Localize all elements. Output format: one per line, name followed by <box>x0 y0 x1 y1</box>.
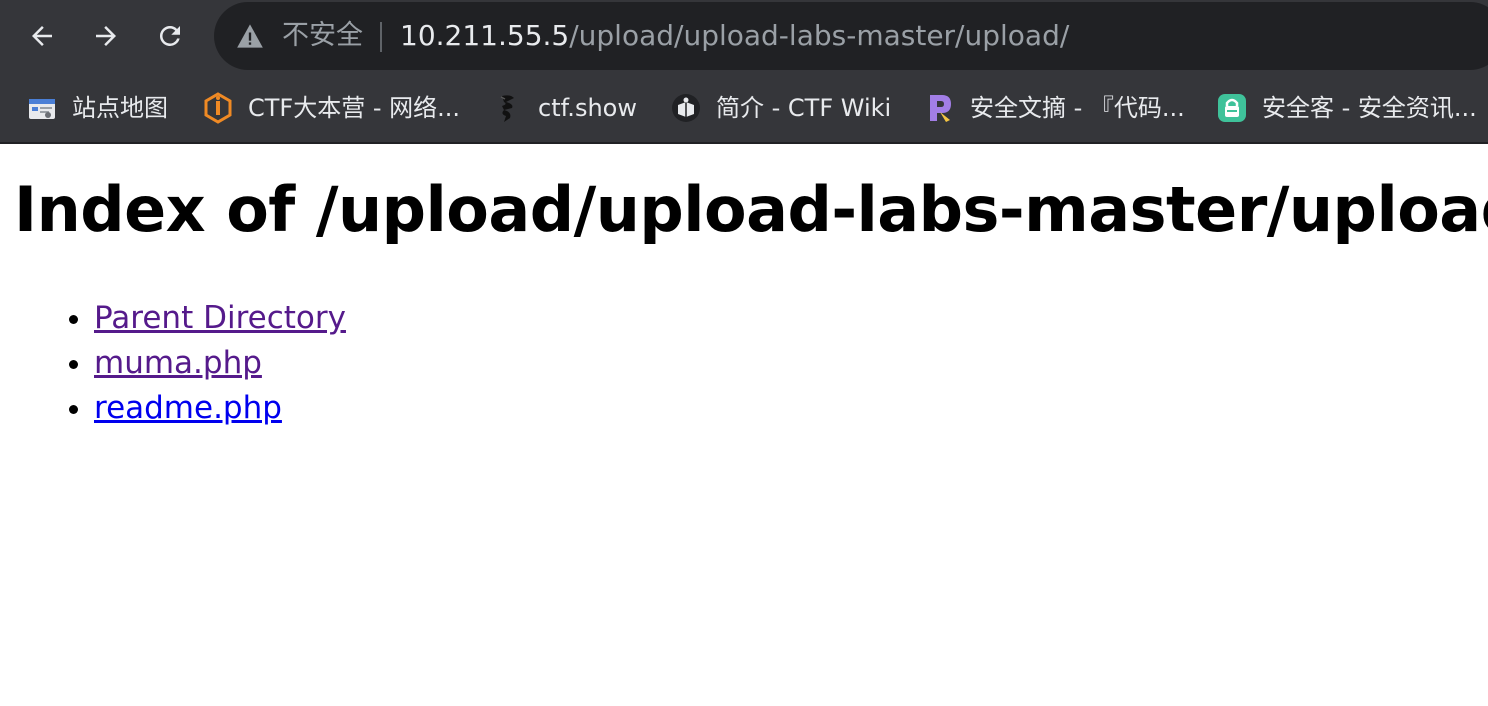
browser-toolbar: 不安全 10.211.55.5/upload/upload-labs-maste… <box>0 0 1488 72</box>
bookmark-label: ctf.show <box>538 94 637 122</box>
bookmark-ctfshow[interactable]: ctf.show <box>492 88 637 128</box>
ichunqiu-icon <box>202 92 234 124</box>
bookmark-label: 站点地图 <box>72 94 168 122</box>
security-status-label[interactable]: 不安全 <box>282 20 363 52</box>
file-link[interactable]: muma.php <box>94 345 262 381</box>
sitemap-icon <box>26 92 58 124</box>
address-bar[interactable]: 不安全 10.211.55.5/upload/upload-labs-maste… <box>214 2 1488 70</box>
bookmark-ctf-wiki[interactable]: 简介 - CTF Wiki <box>670 88 891 128</box>
bookmark-label: 简介 - CTF Wiki <box>716 94 892 122</box>
parent-directory-link[interactable]: Parent Directory <box>94 300 346 336</box>
file-link[interactable]: readme.php <box>94 390 282 426</box>
bookmark-label: CTF大本营 - 网络... <box>248 94 461 122</box>
reload-button[interactable] <box>150 14 190 58</box>
directory-listing: Parent Directory muma.php readme.php <box>14 296 1474 431</box>
url-path: /upload/upload-labs-master/upload/ <box>569 19 1070 52</box>
bookmarks-bar: 站点地图 CTF大本营 - 网络... ctf.show 简介 - CTF Wi… <box>0 72 1488 144</box>
anquanke-icon <box>1216 92 1248 124</box>
p-logo-icon <box>924 92 956 124</box>
back-button[interactable] <box>22 14 62 58</box>
bookmark-label: 安全文摘 - 『代码... <box>970 94 1185 122</box>
bookmark-anquanke[interactable]: 安全客 - 安全资讯... <box>1216 88 1477 128</box>
omnibox-divider <box>380 22 382 52</box>
list-item: Parent Directory <box>94 296 1474 341</box>
url-host: 10.211.55.5 <box>400 19 570 52</box>
list-item: readme.php <box>94 386 1474 431</box>
arrow-right-icon <box>96 26 116 46</box>
ctfshow-icon <box>492 92 524 124</box>
bookmark-label: 安全客 - 安全资讯... <box>1262 94 1477 122</box>
bookmark-sitemap[interactable]: 站点地图 <box>26 88 168 128</box>
reload-icon <box>159 25 180 46</box>
page-content: Index of /upload/upload-labs-master/uplo… <box>0 174 1488 431</box>
bookmark-security-digest[interactable]: 安全文摘 - 『代码... <box>924 88 1185 128</box>
forward-button[interactable] <box>86 14 126 58</box>
list-item: muma.php <box>94 341 1474 386</box>
warning-icon[interactable] <box>236 23 264 49</box>
bookmark-ctf-camp[interactable]: CTF大本营 - 网络... <box>202 88 460 128</box>
url-text[interactable]: 10.211.55.5/upload/upload-labs-master/up… <box>400 18 1069 54</box>
browser-chrome: 不安全 10.211.55.5/upload/upload-labs-maste… <box>0 0 1488 144</box>
arrow-left-icon <box>32 26 52 46</box>
page-title: Index of /upload/upload-labs-master/uplo… <box>14 173 1488 246</box>
ctfwiki-icon <box>670 92 702 124</box>
